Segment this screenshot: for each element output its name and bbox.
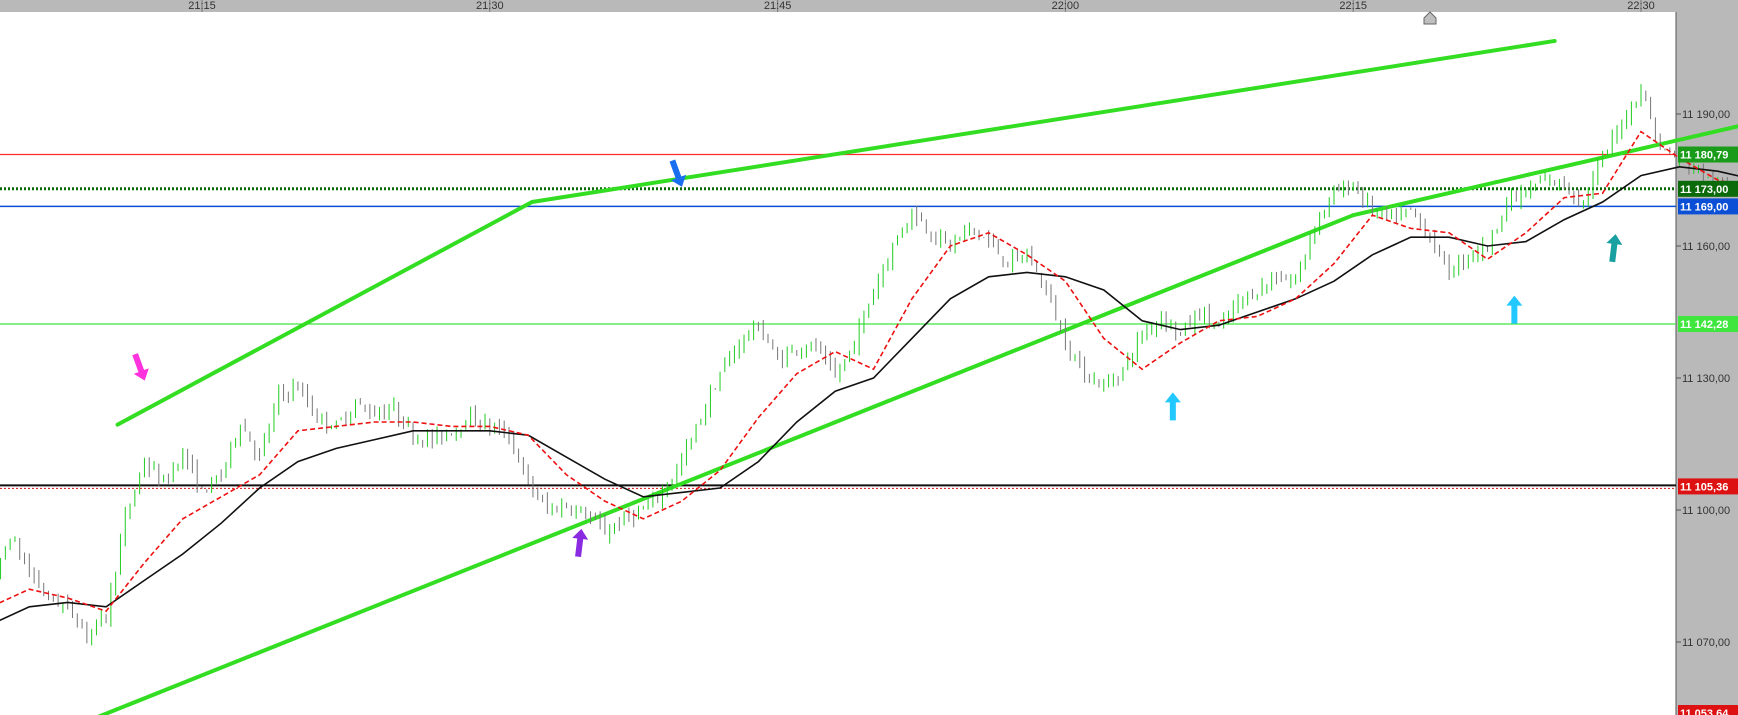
- x-tick-label: 22:30: [1627, 0, 1655, 12]
- price-badge-label: 11 105,36: [1680, 481, 1728, 493]
- y-tick-label: 11 070,00: [1682, 637, 1730, 649]
- y-tick-label: 11 130,00: [1682, 373, 1730, 385]
- time-axis-strip: [0, 0, 1738, 12]
- price-badge-label: 11 142,28: [1680, 319, 1728, 331]
- price-badge-label: 11 173,00: [1680, 184, 1728, 196]
- y-tick-label: 11 100,00: [1682, 505, 1730, 517]
- price-chart[interactable]: 21:15 21:30 21:45 22:00 22:15 22:30 11 190,00…: [0, 0, 1738, 715]
- chart-root: 21:15 21:30 21:45 22:00 22:15 22:30 11 190,00…: [0, 0, 1738, 715]
- x-tick-label: 21:45: [764, 0, 792, 12]
- price-badge-label: 11 180,79: [1680, 150, 1728, 162]
- x-tick-label: 22:00: [1052, 0, 1080, 12]
- y-tick-label: 11 190,00: [1682, 109, 1730, 121]
- x-tick-label: 21:15: [188, 0, 216, 12]
- price-badge[interactable]: 11 053,64: [1678, 705, 1738, 715]
- price-badge[interactable]: 11 105,36: [1678, 478, 1738, 495]
- price-badge-label: 11 053,64: [1680, 708, 1729, 715]
- y-tick-label: 11 160,00: [1682, 241, 1730, 253]
- x-tick-label: 21:30: [476, 0, 504, 12]
- price-badge[interactable]: 11 169,00: [1678, 198, 1738, 215]
- price-badge[interactable]: 11 142,28: [1678, 315, 1738, 332]
- x-tick-label: 22:15: [1339, 0, 1367, 12]
- price-badge-label: 11 169,00: [1680, 201, 1728, 213]
- price-badge[interactable]: 11 173,00: [1678, 180, 1738, 197]
- price-badge[interactable]: 11 180,79: [1678, 146, 1738, 163]
